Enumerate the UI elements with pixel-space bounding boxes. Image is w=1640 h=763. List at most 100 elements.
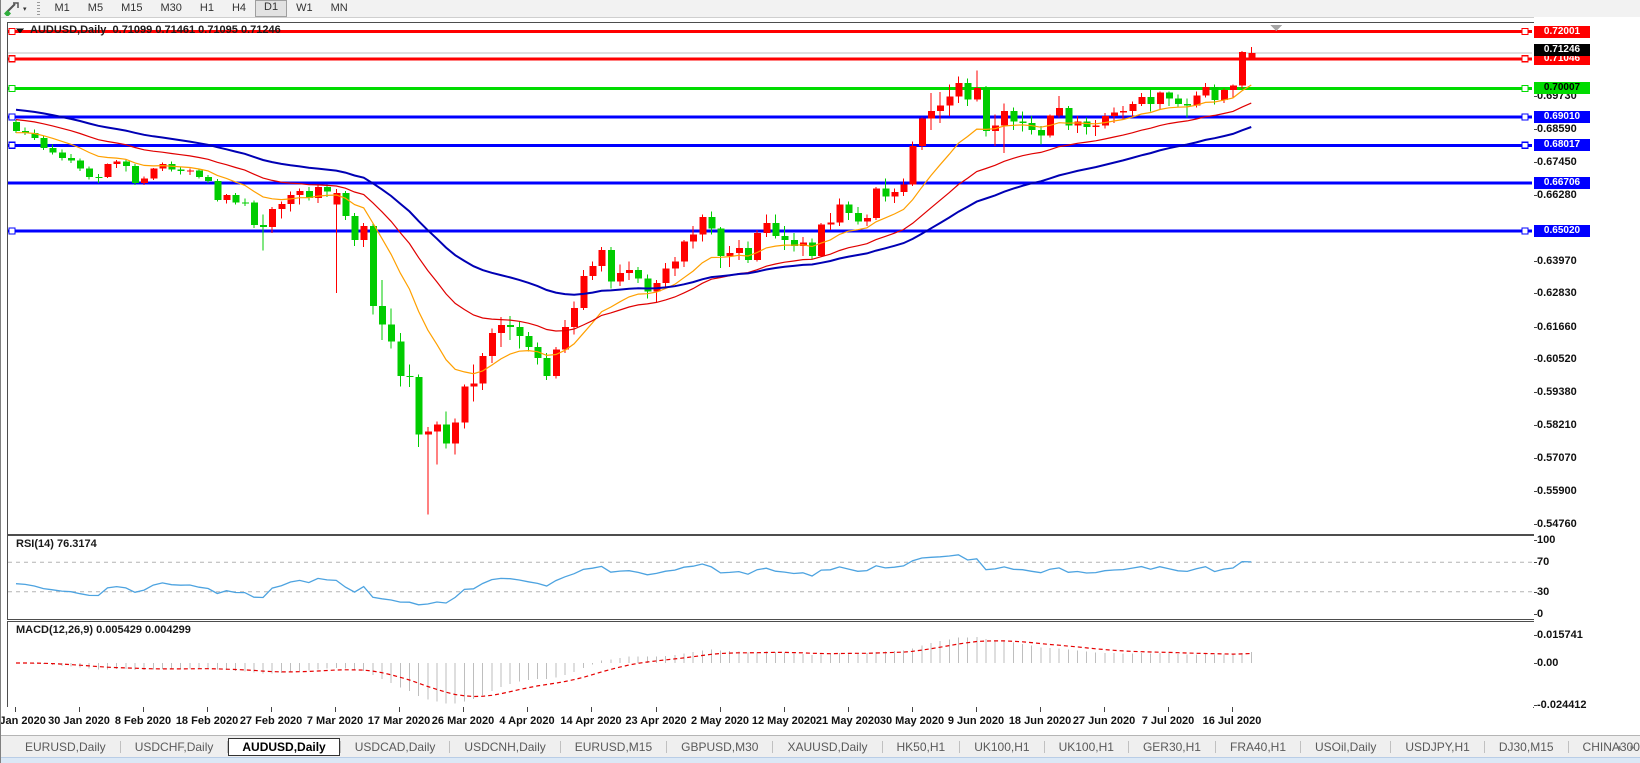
candle-body (424, 431, 432, 435)
time-tick (207, 707, 208, 712)
candle-body (745, 248, 752, 261)
tab-scroll-left-icon[interactable]: ◂ (1616, 742, 1621, 753)
candle-body (1129, 104, 1137, 111)
candle-body (360, 225, 368, 241)
chart-tab-usdcad-daily[interactable]: USDCAD,Daily (341, 739, 450, 755)
line-handle[interactable] (1521, 113, 1529, 121)
candle-body (1248, 53, 1256, 58)
line-handle[interactable] (1521, 141, 1529, 149)
line-handle[interactable] (8, 113, 16, 121)
candle-body (214, 181, 222, 201)
current-price-badge: 0.71246 (1534, 44, 1590, 56)
candlestick-chart[interactable] (8, 23, 1532, 532)
timeframe-button-mn[interactable]: MN (322, 1, 357, 16)
line-handle[interactable] (8, 227, 16, 235)
macd-plot (16, 636, 1252, 704)
time-tick-label: 17 Mar 2020 (367, 715, 431, 727)
candle-body (928, 110, 935, 119)
chart-tab-hk50-h1[interactable]: HK50,H1 (883, 739, 960, 755)
candle-body (772, 222, 780, 236)
candle-body (397, 341, 405, 376)
candle-body (1101, 115, 1109, 126)
macd-pane[interactable]: MACD(12,26,9) 0.005429 0.004299 (7, 621, 1535, 708)
timeframe-button-w1[interactable]: W1 (287, 1, 322, 16)
chart-tab-eurusd-daily[interactable]: EURUSD,Daily (11, 739, 120, 755)
time-tick (15, 707, 16, 712)
chart-tab-usoil-daily[interactable]: USOil,Daily (1301, 739, 1390, 755)
line-handle[interactable] (8, 55, 16, 63)
chart-tab-ger30-h1[interactable]: GER30,H1 (1129, 739, 1215, 755)
candle-body (223, 195, 231, 201)
candle-body (86, 168, 94, 177)
chart-tab-usdchf-daily[interactable]: USDCHF,Daily (121, 739, 228, 755)
candle-body (406, 375, 414, 378)
timeframe-button-m1[interactable]: M1 (46, 1, 79, 16)
candle-body (525, 335, 533, 348)
line-handle[interactable] (8, 141, 16, 149)
toolbar-grip[interactable] (34, 2, 42, 15)
time-tick-label: 12 May 2020 (751, 715, 817, 727)
price-tick-label: 0.60520 (1534, 353, 1577, 365)
chart-tab-uk100-h1[interactable]: UK100,H1 (960, 739, 1043, 755)
candle-body (177, 169, 185, 171)
line-handle[interactable] (1521, 84, 1529, 93)
candle-body (882, 188, 890, 197)
candle-body (260, 225, 268, 228)
main-chart-pane[interactable]: AUDUSD,Daily 0.71099 0.71461 0.71095 0.7… (7, 22, 1535, 535)
candle-body (369, 225, 377, 306)
rsi-pane[interactable]: RSI(14) 76.3174 (7, 535, 1535, 620)
time-tick (976, 707, 977, 712)
chart-tabs: EURUSD,Daily USDCHF,Daily AUDUSD,Daily USDC… (11, 737, 1640, 756)
chart-tab-uk100-h1[interactable]: UK100,H1 (1045, 739, 1128, 755)
price-scale[interactable]: 0.69730 0.68590 0.67450 0.66280 0.63970 0.628… (1533, 17, 1640, 735)
timeframe-button-m30[interactable]: M30 (151, 1, 190, 16)
candle-body (1056, 108, 1064, 116)
chart-style-icon[interactable] (1, 1, 23, 16)
candle-body (196, 170, 203, 178)
line-handle[interactable] (8, 84, 16, 93)
chart-tab-eurusd-m15[interactable]: EURUSD,M15 (561, 739, 666, 755)
macd-label: MACD(12,26,9) 0.005429 0.004299 (16, 624, 191, 636)
timeframe-button-m5[interactable]: M5 (79, 1, 112, 16)
chart-tab-gbpusd-m30[interactable]: GBPUSD,M30 (667, 739, 772, 755)
candle-body (900, 184, 908, 193)
chart-tab-xauusd-daily[interactable]: XAUUSD,Daily (773, 739, 881, 755)
candle-body (507, 325, 515, 328)
line-handle[interactable] (1521, 55, 1529, 63)
rsi-scale-label: 70 (1533, 556, 1550, 568)
candle-body (626, 270, 634, 273)
chart-tab-fra40-h1[interactable]: FRA40,H1 (1216, 739, 1300, 755)
line-handle[interactable] (8, 27, 16, 36)
macd-scale-label: 0.00 (1533, 657, 1559, 669)
candle-body (836, 204, 844, 223)
line-handle[interactable] (1521, 27, 1529, 36)
chart-tab-dj30-m15[interactable]: DJ30,M15 (1485, 739, 1568, 755)
timeframe-button-h4[interactable]: H4 (223, 1, 255, 16)
time-tick-label: 7 Mar 2020 (306, 715, 364, 727)
timeframe-button-d1[interactable]: D1 (255, 0, 288, 17)
chevron-down-icon[interactable]: ▾ (23, 5, 27, 13)
candle-body (278, 203, 286, 210)
macd-signal-line (16, 640, 1252, 698)
candle-body (1202, 86, 1210, 96)
time-tick (79, 707, 80, 712)
candle-body (1037, 129, 1045, 136)
chart-tab-audusd-daily[interactable]: AUDUSD,Daily (228, 737, 340, 756)
tab-scroll-right-icon[interactable]: ▸ (1630, 742, 1635, 753)
moving-average-line (16, 84, 1252, 375)
chart-tab-usdjpy-h1[interactable]: USDJPY,H1 (1391, 739, 1483, 755)
candle-body (1220, 89, 1228, 100)
time-tick-label: 2 May 2020 (690, 715, 750, 727)
candle-body (763, 222, 771, 233)
rsi-scale-label: 30 (1533, 586, 1550, 598)
candle-body (946, 96, 954, 106)
chart-tab-usdcnh-daily[interactable]: USDCNH,Daily (450, 739, 559, 755)
candle-body (241, 202, 249, 204)
time-axis[interactable]: 21 Jan 202030 Jan 2020 8 Feb 202018 Feb 2… (1, 707, 1533, 735)
time-tick (1232, 707, 1233, 712)
timeframe-button-h1[interactable]: H1 (191, 1, 223, 16)
candle-body (735, 248, 743, 253)
timeframe-button-m15[interactable]: M15 (112, 1, 151, 16)
line-handle[interactable] (1521, 227, 1529, 235)
candle-body (854, 212, 862, 222)
